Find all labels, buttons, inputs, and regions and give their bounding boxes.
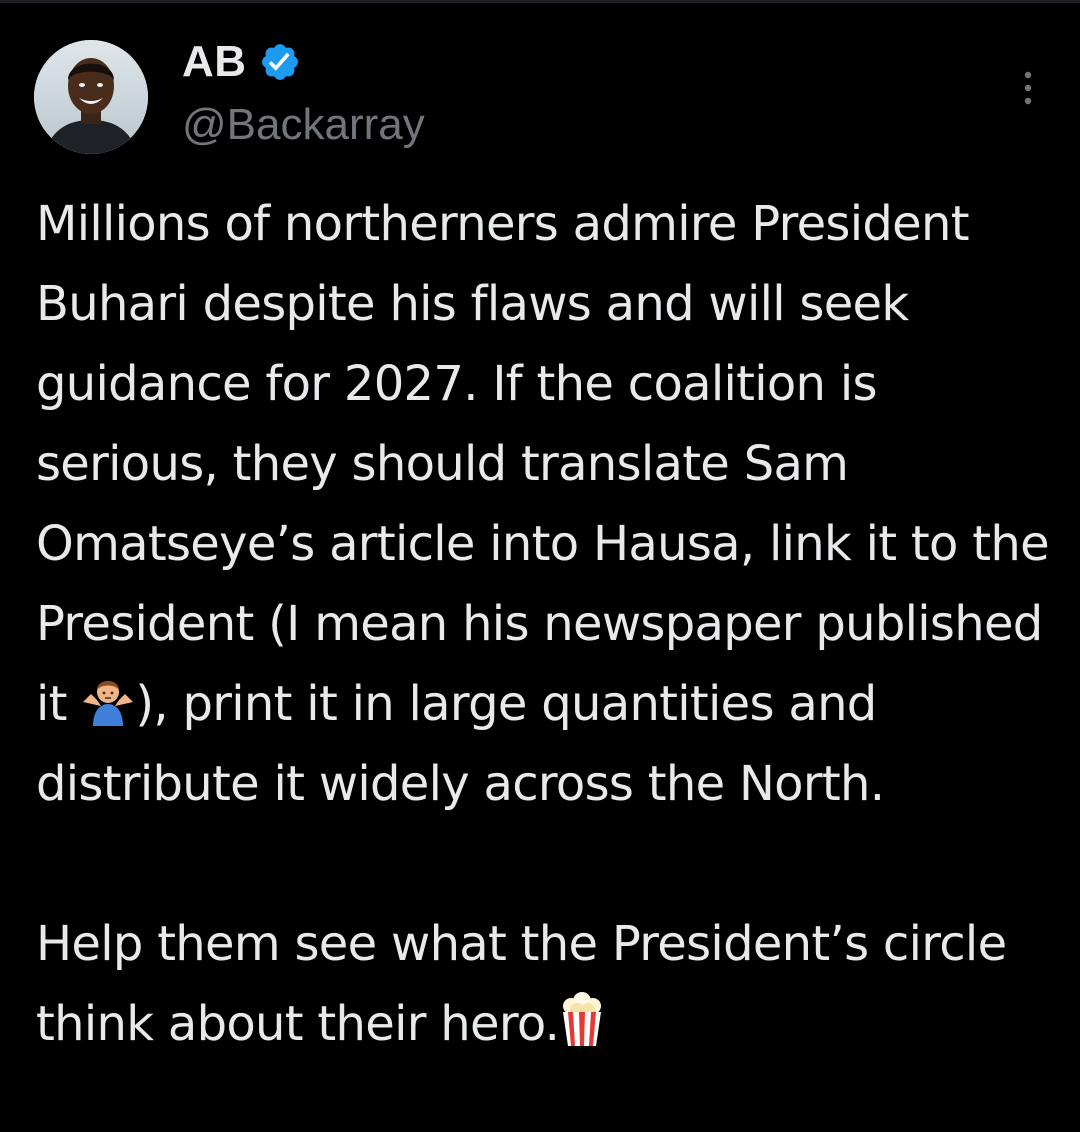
tweet-header: AB @Backarray: [34, 36, 1054, 156]
author-handle[interactable]: @Backarray: [182, 100, 425, 150]
popcorn-emoji: [559, 992, 605, 1046]
person-portrait-icon: [34, 40, 148, 154]
author-display-name[interactable]: AB: [182, 37, 247, 87]
more-options-button[interactable]: [1020, 70, 1036, 106]
tweet-text-segment: ), print it in large quantities and dist…: [36, 676, 885, 812]
vertical-ellipsis-icon: [1024, 71, 1032, 105]
tweet-body: Millions of northerners admire President…: [36, 184, 1056, 1064]
tweet-text-segment: Millions of northerners admire President…: [36, 196, 1050, 732]
tweet-paragraph: Help them see what the President’s circl…: [36, 904, 1056, 1064]
tweet-text-segment: Help them see what the President’s circl…: [36, 916, 1007, 1052]
avatar[interactable]: [34, 40, 148, 154]
person-shrugging-emoji: [81, 672, 135, 726]
author-name-row: AB: [182, 36, 301, 88]
tweet-paragraph: Millions of northerners admire President…: [36, 184, 1056, 824]
verified-badge-icon: [259, 41, 301, 83]
top-divider: [0, 0, 1080, 3]
